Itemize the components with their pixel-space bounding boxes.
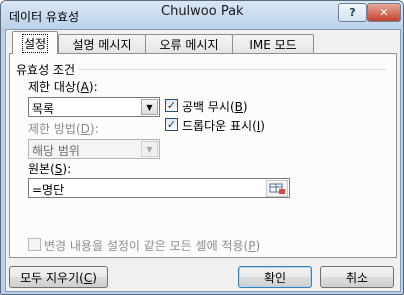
tab-settings[interactable]: 설정 <box>12 31 58 54</box>
source-input[interactable]: =명단 <box>28 178 290 198</box>
allow-select-value: 목록 <box>32 102 55 116</box>
data-select[interactable]: 해당 범위 ▼ <box>28 139 160 159</box>
data-select-value: 해당 범위 <box>32 144 80 158</box>
allow-label: 제한 대상(A): <box>28 80 98 94</box>
close-icon: ✕ <box>379 6 389 19</box>
allow-select[interactable]: 목록 ▼ <box>28 97 160 117</box>
tab-settings-label: 설정 <box>21 33 49 53</box>
ok-button[interactable]: 확인 <box>238 266 312 288</box>
source-input-value: =명단 <box>32 183 65 197</box>
tab-input-message[interactable]: 설명 메시지 <box>58 34 146 54</box>
clear-all-button[interactable]: 모두 지우기(C) <box>9 266 108 288</box>
settings-panel: 유효성 조건 제한 대상(A): 목록 ▼ ✓ 공백 무시(B) ✓ 드롭다운 … <box>9 53 397 258</box>
cancel-button[interactable]: 취소 <box>320 266 394 288</box>
ignore-blank-checkbox[interactable]: ✓ <box>165 99 178 112</box>
apply-all-checkbox[interactable] <box>28 238 41 251</box>
tab-ime-mode-label: IME 모드 <box>249 38 297 52</box>
ignore-blank-label: 공백 무시(B) <box>182 100 248 114</box>
ok-label: 확인 <box>263 270 287 285</box>
tab-ime-mode[interactable]: IME 모드 <box>232 34 314 54</box>
help-icon: ? <box>349 6 356 19</box>
window-user-name: Chulwoo Pak <box>161 4 244 19</box>
title-bar[interactable]: 데이터 유효성 Chulwoo Pak ? ✕ <box>1 1 403 29</box>
source-label: 원본(S): <box>28 162 72 176</box>
tab-input-message-label: 설명 메시지 <box>72 38 132 52</box>
tab-error-alert[interactable]: 오류 메시지 <box>145 34 233 54</box>
dialog-body: 설정 설명 메시지 오류 메시지 IME 모드 유효성 조건 제한 대상(A):… <box>5 29 401 292</box>
apply-all-label: 변경 내용을 설정이 같은 모든 셀에 적용(P) <box>44 239 261 253</box>
help-button[interactable]: ? <box>338 3 367 22</box>
window-title: 데이터 유효성 <box>9 10 80 24</box>
chevron-down-icon[interactable]: ▼ <box>141 99 158 115</box>
in-cell-dropdown-checkbox[interactable]: ✓ <box>165 118 178 131</box>
section-divider <box>78 69 386 70</box>
validation-criteria-heading: 유효성 조건 <box>16 63 76 77</box>
chevron-down-icon[interactable]: ▼ <box>141 141 158 157</box>
data-validation-dialog: 데이터 유효성 Chulwoo Pak ? ✕ 설정 설명 메시지 오류 메시지… <box>0 0 404 295</box>
range-select-icon[interactable] <box>266 180 288 197</box>
in-cell-dropdown-label: 드롭다운 표시(I) <box>182 119 265 133</box>
close-button[interactable]: ✕ <box>367 3 401 22</box>
tab-error-alert-label: 오류 메시지 <box>159 38 219 52</box>
cancel-label: 취소 <box>345 270 369 285</box>
data-label: 제한 방법(D): <box>28 122 99 136</box>
clear-all-label: 모두 지우기(C) <box>20 270 97 285</box>
